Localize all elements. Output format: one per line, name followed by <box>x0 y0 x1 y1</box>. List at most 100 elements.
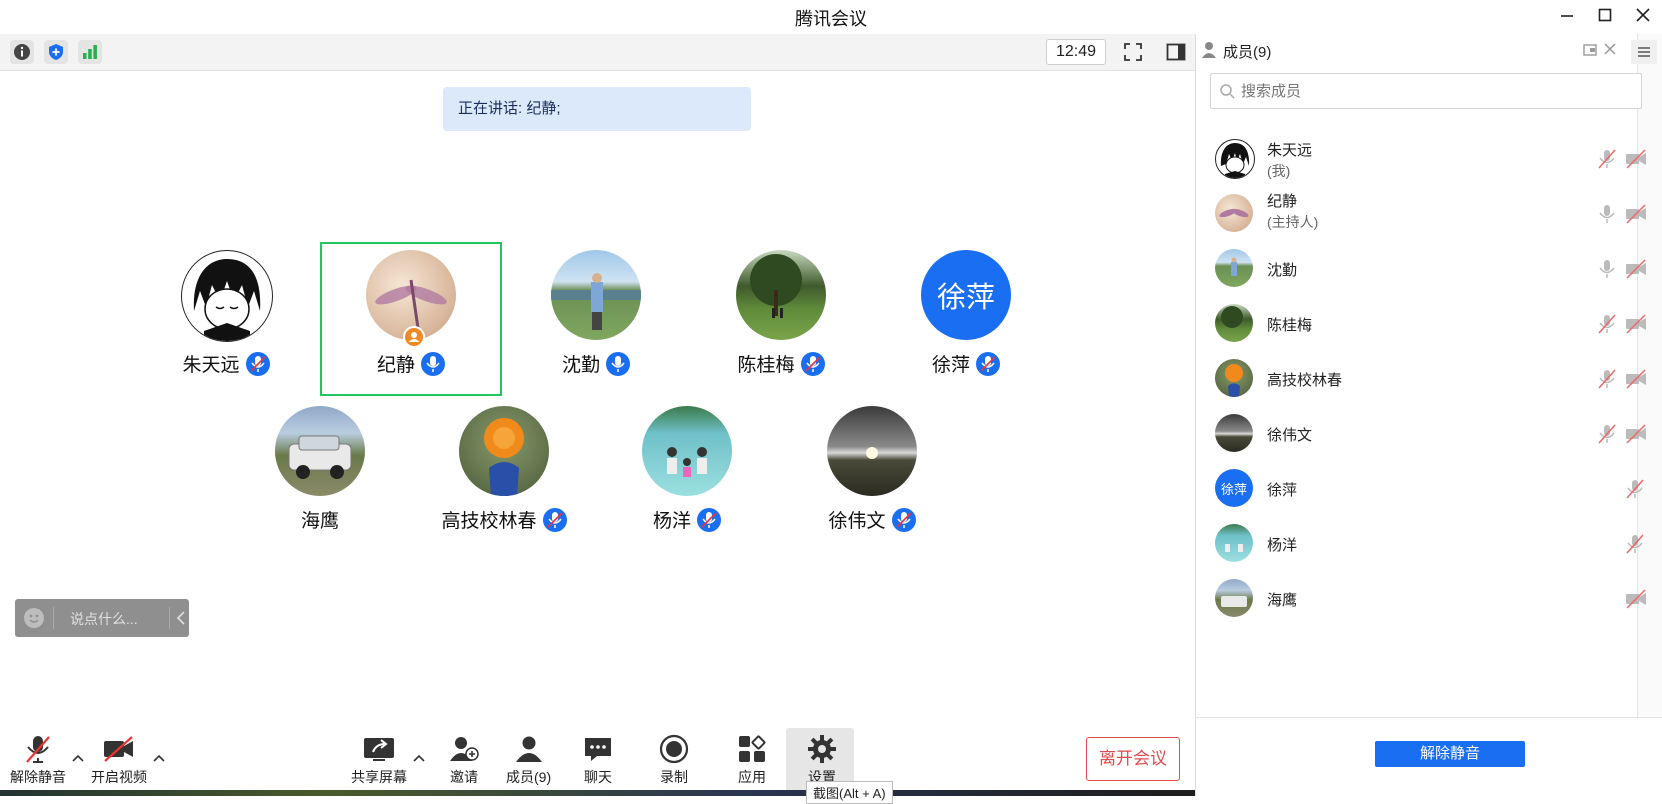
share-screen-icon <box>362 733 396 765</box>
participant-tile[interactable]: 杨洋 <box>607 404 767 554</box>
chat-button[interactable]: 聊天 <box>581 733 615 787</box>
mic-muted-icon[interactable] <box>1597 424 1617 444</box>
collapse-chevron-icon[interactable] <box>175 609 187 632</box>
member-name: 沈勤 <box>1267 262 1298 279</box>
record-icon <box>657 733 691 765</box>
member-row[interactable]: 沈勤 <box>1195 241 1646 296</box>
popout-icon[interactable] <box>1582 42 1598 63</box>
car-avatar-image <box>288 435 352 479</box>
participant-name: 徐伟文 <box>828 511 886 532</box>
meeting-clock: 12:49 <box>1046 39 1106 65</box>
share-options-chevron-icon[interactable] <box>413 750 425 768</box>
member-name: 海鹰 <box>1267 592 1298 609</box>
member-avatar <box>1215 414 1253 452</box>
member-name: 徐萍 <box>1267 482 1298 499</box>
maximize-button[interactable] <box>1588 2 1622 28</box>
minimize-button[interactable] <box>1550 2 1584 28</box>
mic-muted-icon <box>245 351 270 376</box>
camera-off-icon[interactable] <box>1625 314 1647 334</box>
member-row[interactable]: 杨洋 <box>1195 516 1644 571</box>
start-video-label: 开启视频 <box>91 769 147 785</box>
camera-off-icon[interactable] <box>1625 424 1647 444</box>
member-avatar <box>1215 249 1253 287</box>
member-row[interactable]: 高技校林春 <box>1195 351 1646 406</box>
security-button[interactable] <box>44 40 68 64</box>
panel-toggle-button[interactable] <box>1164 40 1188 64</box>
participant-name: 朱天远 <box>182 355 240 376</box>
participant-name: 沈勤 <box>561 355 600 376</box>
maximize-icon <box>1598 8 1612 22</box>
member-row[interactable]: 徐萍 徐萍 <box>1195 461 1644 516</box>
member-row[interactable]: 朱天远 (我) <box>1195 131 1646 186</box>
add-user-icon <box>447 733 481 765</box>
participant-tile[interactable]: 高技校林春 <box>424 404 584 554</box>
start-video-button[interactable]: 开启视频 <box>91 733 147 787</box>
panel-toggle-icon <box>1166 43 1186 61</box>
participant-name-row: 徐萍 <box>886 350 1046 377</box>
unmute-all-button[interactable]: 解除静音 <box>1375 741 1525 767</box>
member-avatar <box>1215 194 1253 232</box>
video-options-chevron-icon[interactable] <box>153 750 165 768</box>
shield-icon <box>49 44 63 60</box>
signal-icon <box>83 45 97 59</box>
close-button[interactable] <box>1626 2 1660 28</box>
participant-name: 陈桂梅 <box>737 355 795 376</box>
member-row[interactable]: 徐伟文 <box>1195 406 1646 461</box>
member-name: 杨洋 <box>1267 537 1298 554</box>
participant-tile[interactable]: 徐伟文 <box>792 404 952 554</box>
speaking-banner: 正在讲话: 纪静; <box>443 87 751 131</box>
chat-input-box[interactable]: 说点什么... <box>15 599 189 637</box>
record-button[interactable]: 录制 <box>657 733 691 787</box>
mic-on-icon <box>606 351 630 376</box>
invite-button[interactable]: 邀请 <box>447 733 481 787</box>
trees-avatar-image <box>750 254 802 318</box>
apps-icon <box>735 733 769 765</box>
camera-off-icon[interactable] <box>1625 259 1647 279</box>
info-button[interactable] <box>10 40 34 64</box>
member-avatar <box>1215 524 1253 562</box>
participant-tile[interactable]: 纪静 <box>331 248 491 398</box>
members-button[interactable]: 成员(9) <box>506 733 551 787</box>
avatar <box>551 250 641 340</box>
mic-muted-icon[interactable] <box>1625 534 1645 554</box>
share-screen-button[interactable]: 共享屏幕 <box>351 733 407 787</box>
settings-button[interactable]: 设置 <box>805 733 839 787</box>
network-button[interactable] <box>78 40 102 64</box>
mic-muted-icon <box>800 351 825 376</box>
participant-tile[interactable]: 沈勤 <box>516 248 676 398</box>
mic-muted-icon[interactable] <box>1597 369 1617 389</box>
participant-name-row: 陈桂梅 <box>701 350 861 377</box>
share-screen-label: 共享屏幕 <box>351 769 407 785</box>
member-row[interactable]: 陈桂梅 <box>1195 296 1646 351</box>
emoji-icon[interactable] <box>24 608 44 628</box>
participant-tile[interactable]: 徐萍 徐萍 <box>886 248 1046 398</box>
mic-muted-icon[interactable] <box>1625 479 1645 499</box>
mic-on-icon <box>421 351 445 376</box>
close-panel-icon[interactable] <box>1603 42 1617 61</box>
participant-tile[interactable]: 海鹰 <box>240 404 400 554</box>
mic-muted-icon[interactable] <box>1597 149 1617 169</box>
member-avatar <box>1215 359 1253 397</box>
member-row[interactable]: 纪静 (主持人) <box>1195 186 1646 241</box>
participant-tile[interactable]: 陈桂梅 <box>701 248 861 398</box>
mic-on-icon[interactable] <box>1597 259 1617 279</box>
participant-tile[interactable]: 朱天远 <box>146 248 306 398</box>
window-title: 腾讯会议 <box>795 9 867 29</box>
participant-name-row: 高技校林春 <box>424 506 584 533</box>
audio-options-chevron-icon[interactable] <box>72 750 84 768</box>
camera-off-icon[interactable] <box>1625 204 1647 224</box>
leave-meeting-button[interactable]: 离开会议 <box>1086 737 1180 781</box>
member-search-input[interactable] <box>1210 73 1642 109</box>
camera-off-icon[interactable] <box>1625 369 1647 389</box>
member-row[interactable]: 海鹰 <box>1195 571 1646 626</box>
panel-menu-button[interactable] <box>1631 40 1657 64</box>
camera-off-icon <box>102 733 136 765</box>
unmute-button[interactable]: 解除静音 <box>10 733 66 787</box>
fullscreen-button[interactable] <box>1121 40 1145 64</box>
mic-muted-icon[interactable] <box>1597 314 1617 334</box>
camera-off-icon[interactable] <box>1625 589 1647 609</box>
participant-name-row: 杨洋 <box>607 506 767 533</box>
apps-button[interactable]: 应用 <box>735 733 769 787</box>
camera-off-icon[interactable] <box>1625 149 1647 169</box>
mic-on-icon[interactable] <box>1597 204 1617 224</box>
